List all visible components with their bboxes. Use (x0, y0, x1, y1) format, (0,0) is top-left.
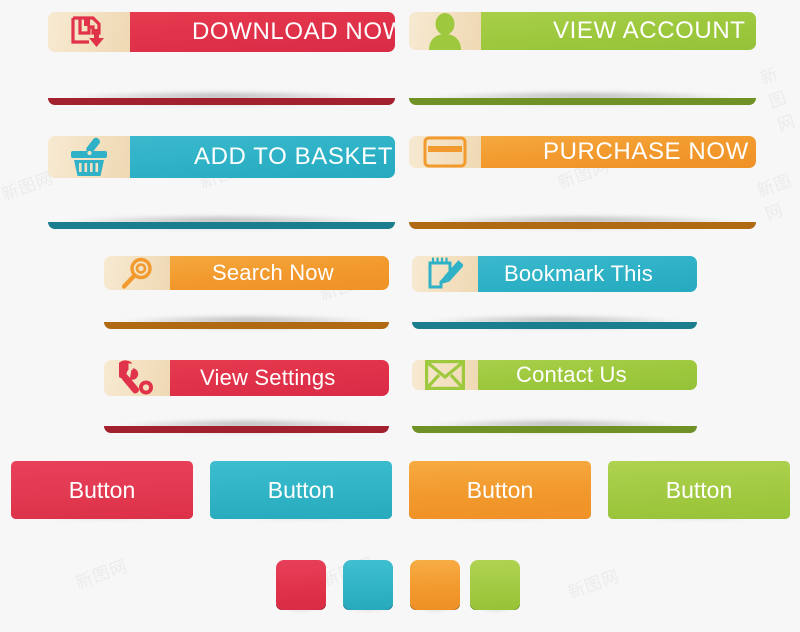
square-button-green[interactable] (470, 560, 520, 612)
button-view-account[interactable]: VIEW ACCOUNT (409, 12, 756, 107)
wrench-icon (119, 360, 153, 395)
button-lip (412, 322, 697, 329)
icon-panel (412, 256, 500, 292)
button-lip (48, 98, 395, 105)
plain-button-label: Button (68, 476, 136, 503)
button-label: ADD TO BASKET (194, 143, 393, 170)
icon-panel (104, 256, 192, 290)
button-label-area: ADD TO BASKET (130, 136, 395, 178)
button-bookmark-this[interactable]: Bookmark This (412, 256, 697, 331)
user-icon (429, 13, 461, 50)
button-purchase-now[interactable]: PURCHASE NOW (409, 136, 756, 231)
plain-button-teal[interactable]: Button (210, 461, 392, 521)
icon-panel (48, 12, 152, 52)
plain-button-label: Button (466, 476, 534, 503)
plain-button-orange[interactable]: Button (409, 461, 591, 521)
button-label: Contact Us (516, 362, 627, 387)
button-view-settings[interactable]: View Settings (104, 360, 389, 435)
button-lip (409, 98, 756, 105)
button-lip (412, 426, 697, 433)
notepad-pencil-icon (428, 257, 463, 289)
button-add-to-basket[interactable]: ADD TO BASKET (48, 136, 395, 231)
icon-panel (104, 360, 192, 396)
button-label-area: DOWNLOAD NOW (130, 12, 395, 52)
button-search-now[interactable]: Search Now (104, 256, 389, 331)
button-label: VIEW ACCOUNT (553, 17, 746, 44)
button-download-now[interactable]: DOWNLOAD NOW (48, 12, 395, 107)
credit-card-icon (423, 136, 467, 168)
button-lip (48, 222, 395, 229)
button-contact-us[interactable]: Contact Us (412, 360, 697, 435)
envelope-icon (425, 360, 465, 390)
button-lip (409, 222, 756, 229)
magnifier-icon (121, 257, 152, 289)
plain-button-red[interactable]: Button (11, 461, 193, 521)
square-button-red[interactable] (276, 560, 326, 612)
button-label-area: Contact Us (478, 360, 697, 390)
button-lip (104, 426, 389, 433)
button-label-area: VIEW ACCOUNT (481, 12, 756, 50)
icon-panel (412, 360, 500, 390)
icon-panel (409, 136, 503, 168)
icon-panel (409, 12, 503, 50)
button-label-area: Bookmark This (478, 256, 697, 292)
watermark: 新图网 (757, 64, 799, 137)
watermark: 新图网 (754, 170, 796, 226)
button-label-area: View Settings (170, 360, 389, 396)
button-label-area: Search Now (170, 256, 389, 290)
icon-panel (48, 136, 152, 178)
square-button-teal[interactable] (343, 560, 393, 612)
button-label: DOWNLOAD NOW (192, 18, 395, 45)
button-label-area: PURCHASE NOW (481, 136, 756, 168)
basket-icon (71, 137, 107, 176)
plain-button-label: Button (267, 476, 335, 503)
watermark: 新图网 (73, 556, 131, 594)
watermark: 新图网 (565, 566, 623, 604)
button-label: Bookmark This (504, 261, 653, 286)
square-button-orange[interactable] (410, 560, 460, 612)
button-label: Search Now (212, 260, 334, 285)
floppy-download-icon (71, 16, 104, 47)
button-lip (104, 322, 389, 329)
plain-button-green[interactable]: Button (608, 461, 790, 521)
plain-button-label: Button (665, 476, 733, 503)
button-label: View Settings (200, 365, 336, 390)
button-label: PURCHASE NOW (543, 138, 749, 165)
